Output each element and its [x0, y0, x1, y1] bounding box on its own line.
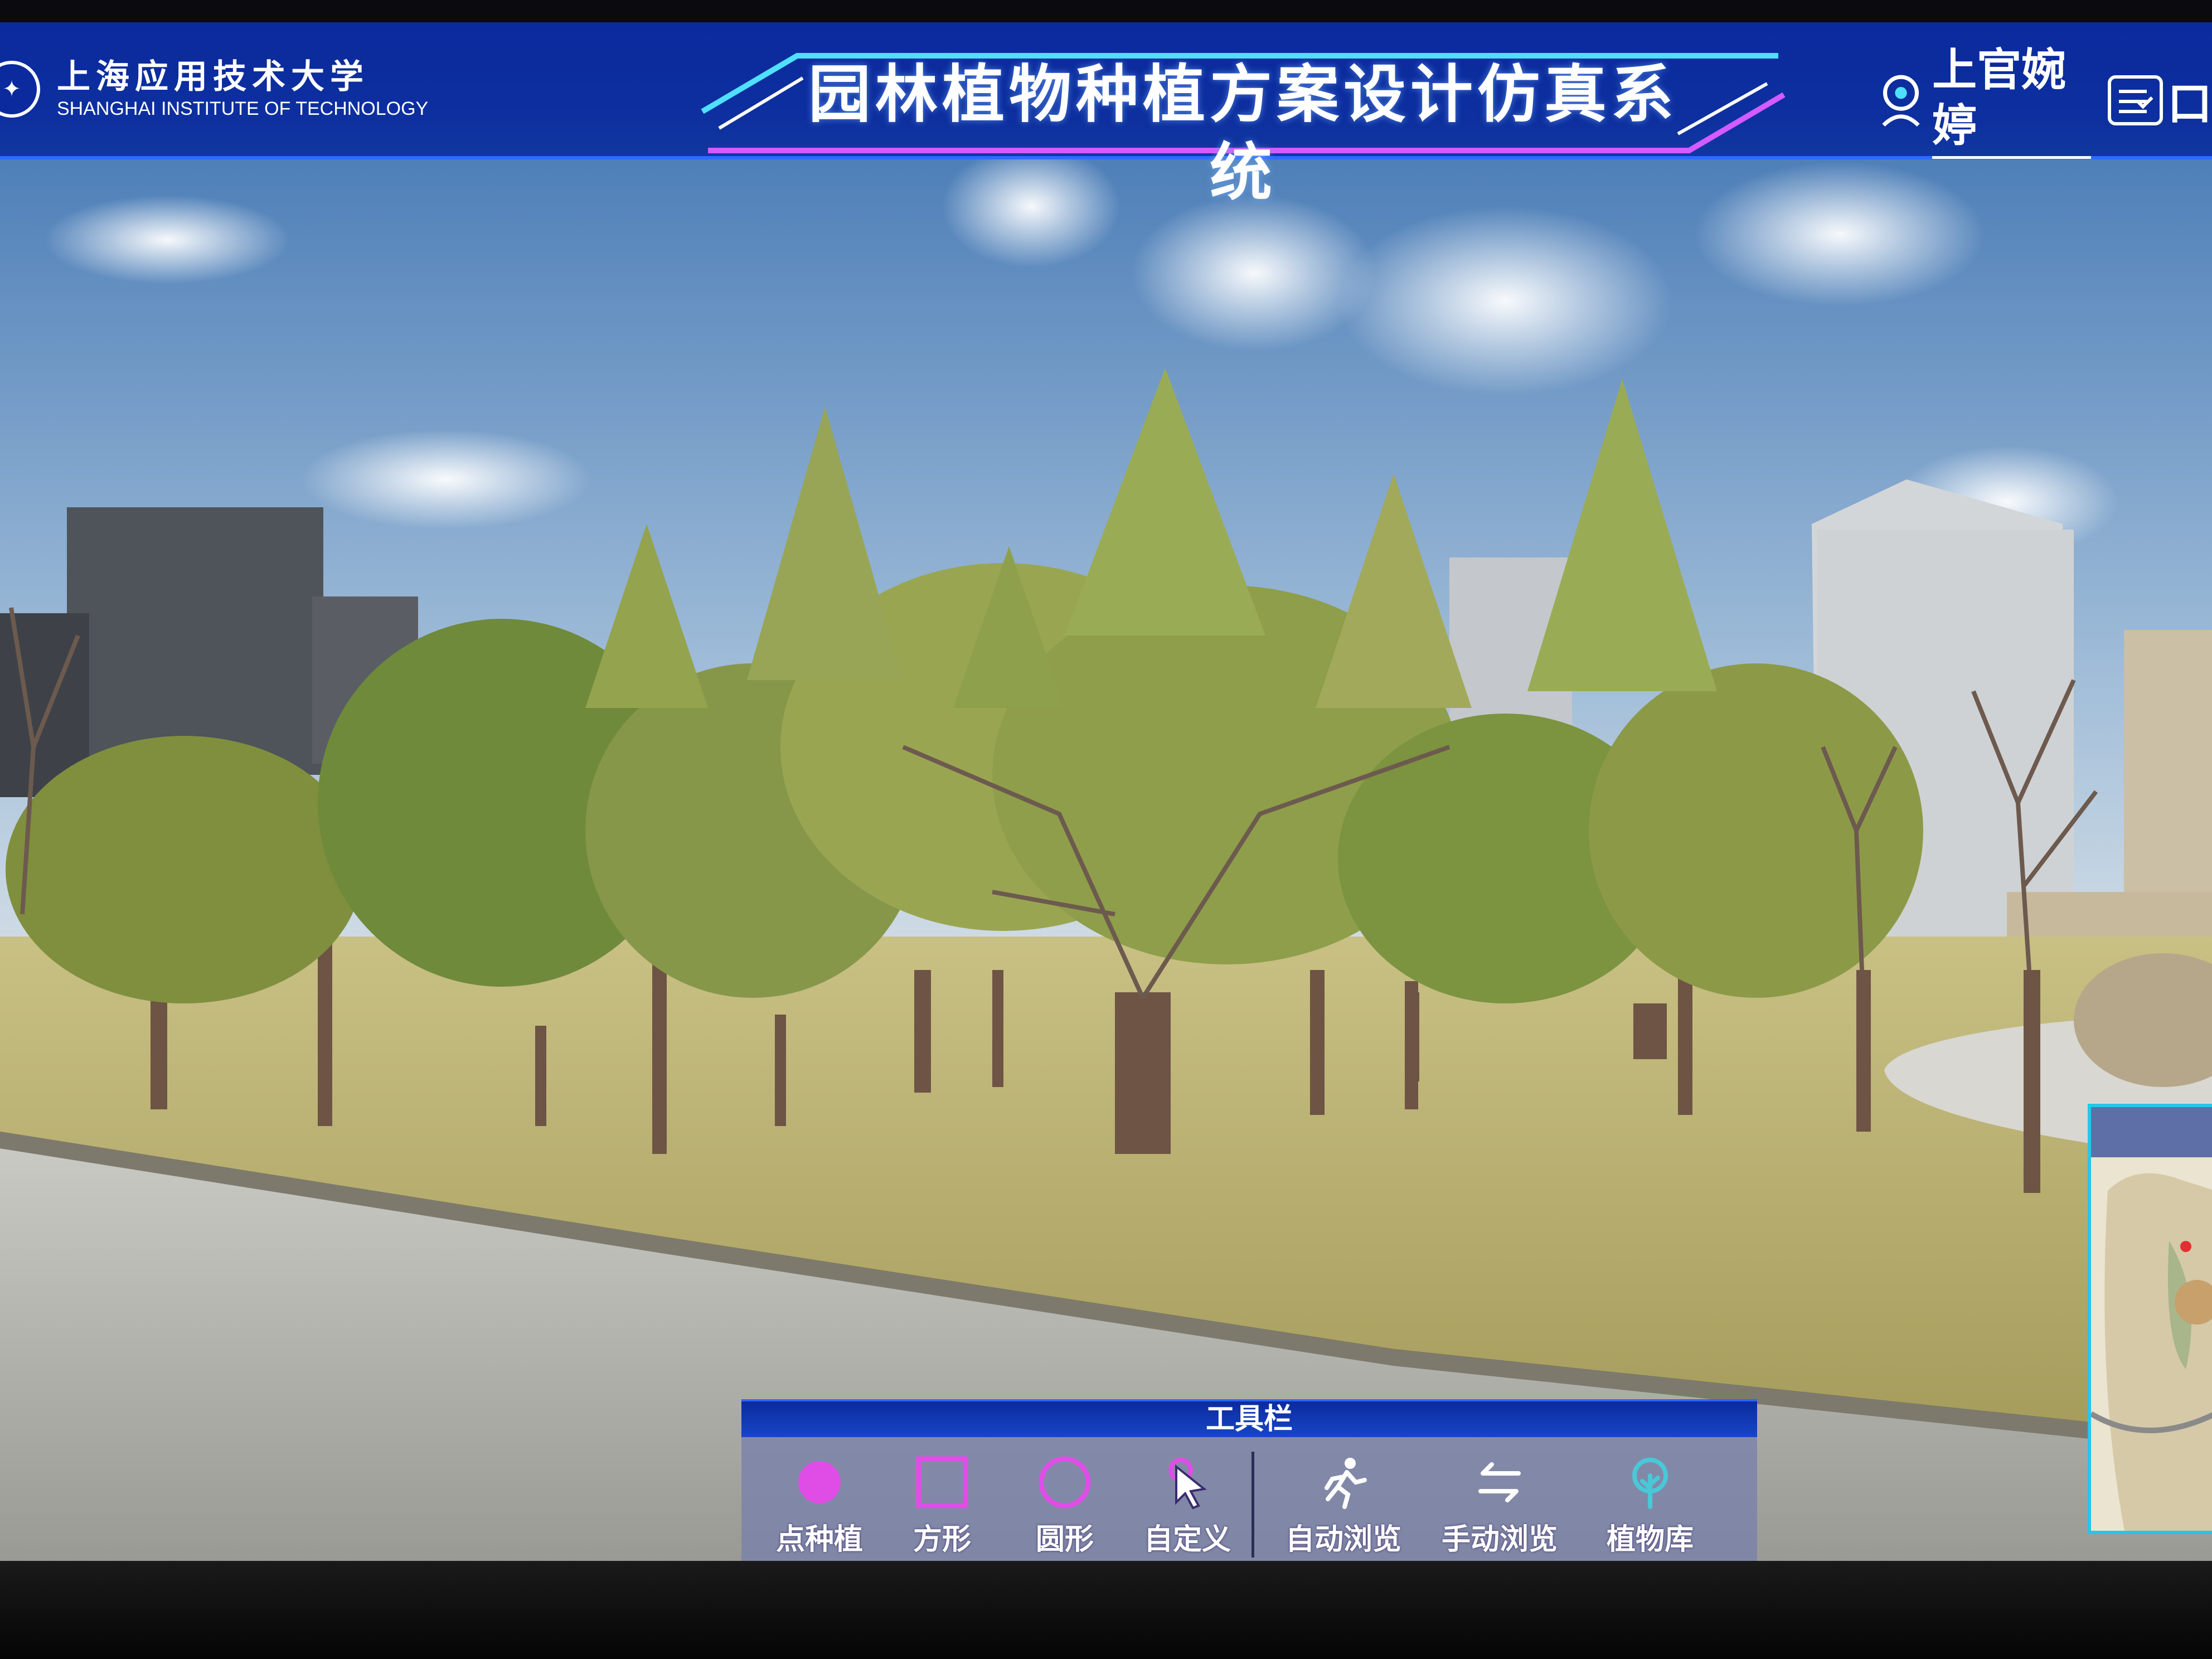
- running-person-icon: [1313, 1452, 1374, 1512]
- tool-label: 点种植: [775, 1523, 863, 1556]
- monitor-bezel-bottom: [0, 1561, 2212, 1659]
- user-avatar-icon: [1882, 75, 1920, 127]
- tool-rectangle[interactable]: 方形: [881, 1452, 1003, 1558]
- app-screen: ✦ 上海应用技术大学 SHANGHAI INSTITUTE OF TECHNOL…: [0, 22, 2212, 1561]
- swap-arrows-icon: [1469, 1452, 1530, 1512]
- minimap-map: [2091, 1173, 2212, 1531]
- tool-point-plant[interactable]: 点种植: [758, 1452, 881, 1558]
- page-title: 园林植物种植方案设计仿真系统: [808, 59, 1678, 209]
- header-truncated-text: 口: [2167, 78, 2212, 130]
- 3d-viewport[interactable]: [0, 22, 2212, 1561]
- tool-label: 圆形: [1035, 1523, 1094, 1556]
- tool-label: 自定义: [1143, 1523, 1231, 1556]
- tool-label: 植物库: [1606, 1523, 1694, 1556]
- circle-icon: [1034, 1452, 1095, 1512]
- tool-manual-browse[interactable]: 手动浏览: [1433, 1452, 1566, 1558]
- tool-custom[interactable]: 自定义: [1126, 1452, 1249, 1558]
- cursor-icon: [1157, 1452, 1218, 1512]
- tool-circle[interactable]: 圆形: [1003, 1452, 1126, 1558]
- filled-circle-icon: [789, 1452, 850, 1512]
- university-seal-icon: ✦: [0, 61, 40, 118]
- toolbar-title: 工具栏: [741, 1401, 1757, 1437]
- user-menu[interactable]: 上官婉婷 口: [1879, 44, 2212, 159]
- tool-plant-library[interactable]: 植物库: [1589, 1452, 1711, 1558]
- square-icon: [911, 1452, 973, 1512]
- monitor-bezel-top: [0, 0, 2212, 22]
- tree-icon: [1619, 1452, 1681, 1512]
- minimap-header: [2091, 1107, 2212, 1157]
- logo-english-name: SHANGHAI INSTITUTE OF TECHNOLOGY: [57, 98, 429, 119]
- user-name[interactable]: 上官婉婷: [1932, 42, 2091, 159]
- tool-label: 手动浏览: [1441, 1523, 1558, 1556]
- tool-label: 自动浏览: [1285, 1523, 1401, 1556]
- minimap[interactable]: [2088, 1104, 2212, 1534]
- minimap-location-marker: [2180, 1241, 2191, 1252]
- tool-auto-browse[interactable]: 自动浏览: [1277, 1452, 1410, 1558]
- university-logo: ✦ 上海应用技术大学 SHANGHAI INSTITUTE OF TECHNOL…: [0, 50, 428, 128]
- tool-label: 方形: [913, 1523, 971, 1556]
- toolbar-divider: [1251, 1452, 1254, 1558]
- logo-chinese-name: 上海应用技术大学: [57, 57, 369, 96]
- toolbar-panel: 工具栏 点种植 方形 圆形 自定义 自动浏览 手动浏览 植物库: [741, 1399, 1757, 1561]
- task-list-icon[interactable]: [2107, 75, 2163, 125]
- scene-render: [0, 145, 2212, 1561]
- app-header: ✦ 上海应用技术大学 SHANGHAI INSTITUTE OF TECHNOL…: [0, 22, 2212, 209]
